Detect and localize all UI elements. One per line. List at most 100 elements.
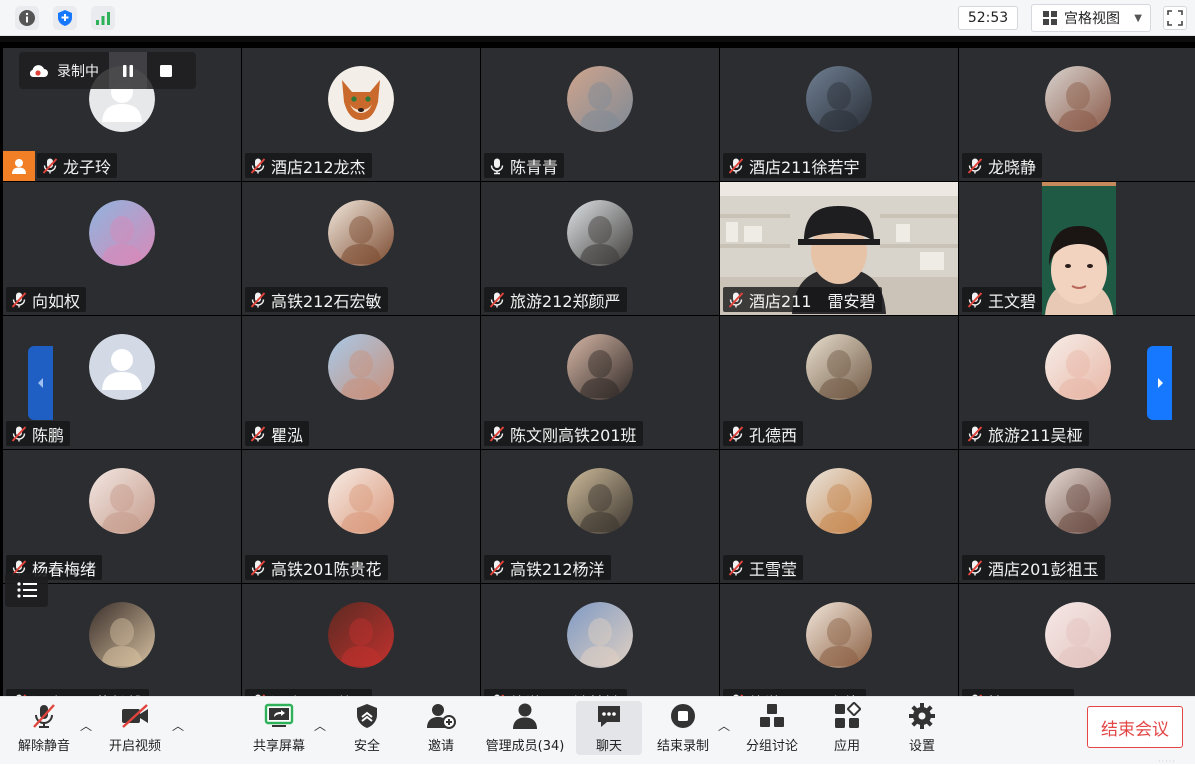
security-button[interactable]: 安全 (345, 701, 389, 755)
participant-nameplate: 向如权 (6, 287, 87, 312)
info-icon[interactable] (15, 6, 39, 30)
avatar (89, 602, 155, 668)
host-person-icon (12, 159, 26, 174)
microphone-muted-icon (727, 291, 745, 309)
participant-nameplate: 龙晓静 (962, 153, 1043, 178)
participant-tile[interactable]: 龙晓静 (959, 48, 1195, 181)
participant-tile[interactable]: 旅游211雷小倩 (720, 584, 958, 696)
participant-tile[interactable]: 酒店201彭祖玉 (959, 450, 1195, 583)
cloud-recording-icon (29, 64, 48, 77)
participant-nameplate: 高铁201陈贵花 (245, 555, 388, 580)
participant-nameplate: 酒店211徐若宇 (723, 153, 866, 178)
participant-name: 孔德西 (749, 425, 798, 445)
avatar (806, 602, 872, 668)
pause-recording-button[interactable] (109, 52, 147, 89)
avatar (328, 468, 394, 534)
participant-tile[interactable]: 酒店212龙杰 (242, 48, 480, 181)
invite-user-icon (427, 704, 456, 729)
breakout-rooms-icon (760, 704, 784, 727)
microphone-muted-icon (966, 157, 984, 175)
participant-tile[interactable]: 酒店211 雷安碧 (720, 182, 958, 315)
participant-nameplate: 瞿泓 (245, 421, 310, 446)
participant-tile[interactable]: 瞿泓 (242, 316, 480, 449)
participant-name: 高铁212杨洋 (510, 559, 605, 579)
participant-tile[interactable]: 高铁212石宏敏 (242, 182, 480, 315)
recording-options-chevron[interactable]: ︿ (718, 717, 730, 734)
chat-bubble-icon (598, 706, 620, 727)
participant-name: 陈文刚高铁201班 (510, 425, 637, 445)
microphone-icon (488, 157, 506, 175)
participant-tile[interactable]: 陈文刚高铁201班 (481, 316, 719, 449)
participant-nameplate: 王文碧 (962, 287, 1043, 312)
participant-name: 陈青青 (510, 157, 559, 177)
avatar (567, 602, 633, 668)
stop-recording-button[interactable]: 结束录制 (652, 701, 714, 755)
share-options-chevron[interactable]: ︿ (314, 717, 326, 734)
participant-tile[interactable]: 高铁201陈贵花 (242, 450, 480, 583)
camera-off-icon (122, 704, 148, 728)
participant-tile[interactable]: 酒店211徐若宇 (720, 48, 958, 181)
participant-tile[interactable]: 王文碧 (959, 182, 1195, 315)
participant-name: 酒店211徐若宇 (749, 157, 860, 177)
stop-recording-quick-button[interactable] (147, 52, 185, 89)
avatar (1045, 66, 1111, 132)
microphone-muted-icon (966, 425, 984, 443)
participant-nameplate: 孔德西 (723, 421, 804, 446)
apps-button[interactable]: 应用 (825, 701, 869, 755)
security-label: 安全 (353, 739, 380, 754)
participant-nameplate: 陈鹏 (6, 421, 71, 446)
participant-tile[interactable]: 向如权 (3, 182, 241, 315)
video-options-chevron[interactable]: ︿ (172, 717, 184, 734)
shield-icon[interactable] (53, 6, 77, 30)
participant-tile[interactable]: 管理邵丽雷 (959, 584, 1195, 696)
audio-options-chevron[interactable]: ︿ (80, 717, 92, 734)
next-page-button[interactable] (1147, 346, 1172, 420)
signal-icon[interactable] (91, 6, 115, 30)
manage-members-button[interactable]: 管理成员(34) (483, 701, 567, 755)
gear-icon (909, 703, 935, 729)
participant-nameplate: 龙子玲 (37, 153, 118, 178)
avatar (567, 66, 633, 132)
participant-tile[interactable]: 酒店211谢翠 (242, 584, 480, 696)
unmute-button[interactable]: 解除静音 (13, 701, 75, 755)
member-list-toggle[interactable] (5, 573, 48, 607)
participant-name: 酒店212龙杰 (271, 157, 366, 177)
list-icon (16, 582, 37, 598)
settings-button[interactable]: 设置 (900, 701, 944, 755)
view-mode-dropdown[interactable]: 宫格视图 ▼ (1031, 4, 1151, 32)
participant-tile[interactable]: 孔德西 (720, 316, 958, 449)
avatar (1045, 334, 1111, 400)
share-screen-button[interactable]: 共享屏幕 (248, 701, 310, 755)
pause-icon (123, 64, 133, 77)
start-video-button[interactable]: 开启视频 (104, 701, 166, 755)
participant-tile[interactable]: 旅游212郑颜严 (481, 182, 719, 315)
participant-tile[interactable]: 高铁212杨洋 (481, 450, 719, 583)
participant-name: 酒店211 雷安碧 (749, 291, 876, 311)
fullscreen-icon (1167, 10, 1183, 26)
chevron-left-icon (37, 378, 43, 388)
participant-nameplate: 高铁212杨洋 (484, 555, 611, 580)
participant-tile[interactable]: 陈青青 (481, 48, 719, 181)
avatar (328, 66, 394, 132)
participant-tile[interactable]: 杨春梅绪 (3, 450, 241, 583)
bottom-toolbar: 解除静音 ︿ 开启视频 ︿ 共享屏幕 ︿ 安全 邀请 管理成员(34) 聊天 结… (0, 696, 1195, 766)
microphone-muted-icon (727, 559, 745, 577)
fullscreen-button[interactable] (1163, 6, 1187, 30)
participant-name: 旅游212郑颜严 (510, 291, 621, 311)
chat-button[interactable]: 聊天 (576, 701, 642, 755)
participant-nameplate: 管理邵丽雷 (962, 689, 1075, 696)
manage-members-label: 管理成员(34) (485, 739, 565, 754)
invite-label: 邀请 (427, 739, 454, 754)
participant-tile[interactable]: 王雪莹 (720, 450, 958, 583)
microphone-muted-icon (727, 157, 745, 175)
end-meeting-button[interactable]: 结束会议 (1087, 706, 1183, 748)
avatar (1045, 468, 1111, 534)
breakout-rooms-button[interactable]: 分组讨论 (741, 701, 803, 755)
members-icon (513, 703, 537, 729)
avatar (89, 334, 155, 400)
previous-page-button[interactable] (28, 346, 53, 420)
avatar (806, 66, 872, 132)
start-video-label: 开启视频 (108, 739, 161, 754)
invite-button[interactable]: 邀请 (419, 701, 463, 755)
participant-tile[interactable]: 旅游211钟慧姑 (481, 584, 719, 696)
